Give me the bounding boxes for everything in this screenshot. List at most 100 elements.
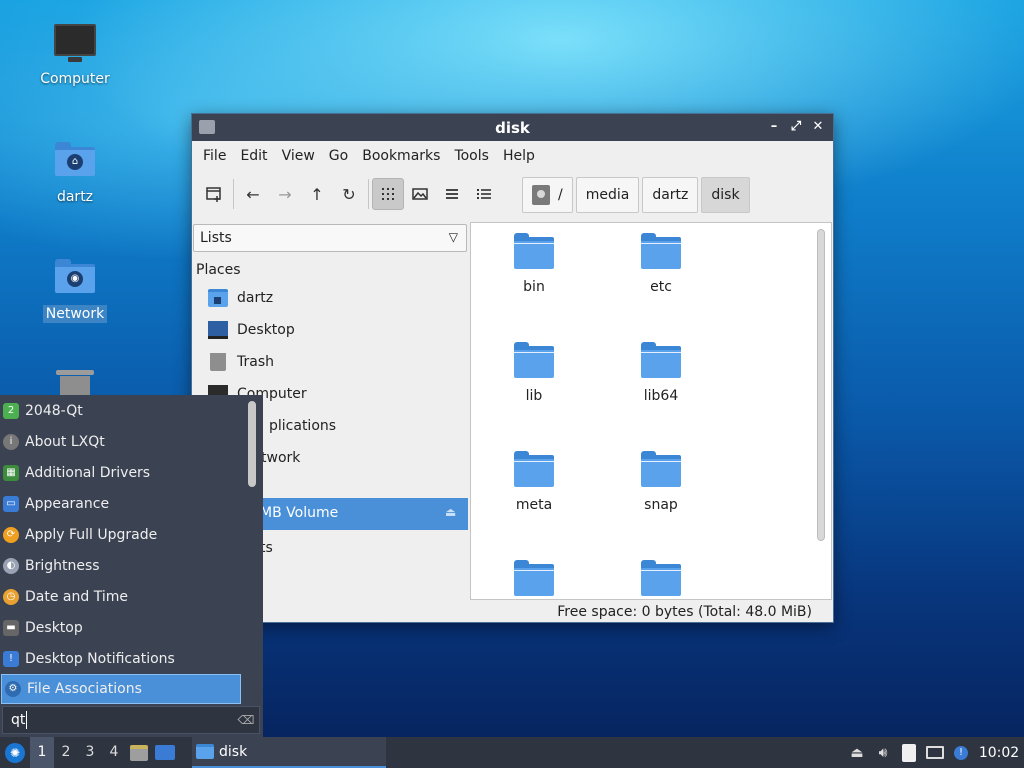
arrow-left-icon: ← <box>246 184 260 204</box>
task-label: disk <box>219 743 248 760</box>
application-menu: 2 2048-Qt i About LXQt ▦ Additional Driv… <box>0 395 263 737</box>
toolbar-separator <box>368 179 369 209</box>
menu-item-brightness[interactable]: ◐ Brightness <box>0 550 244 581</box>
file-label: lib <box>525 388 543 404</box>
side-panel-mode-value: Lists <box>200 230 232 246</box>
clock-icon: ◷ <box>3 588 19 605</box>
place-label: dartz <box>237 290 274 306</box>
forward-button[interactable]: → <box>269 178 301 210</box>
file-item[interactable]: lib <box>484 342 584 404</box>
workspace-1[interactable]: 1 <box>30 737 54 768</box>
file-item[interactable]: meta <box>484 451 584 513</box>
place-label: Trash <box>237 354 274 370</box>
breadcrumb-dartz[interactable]: dartz <box>642 177 699 213</box>
update-notifier-icon[interactable]: ! <box>948 737 974 768</box>
minimize-button[interactable]: – <box>765 118 783 136</box>
menu-help[interactable]: Help <box>496 148 542 164</box>
file-item[interactable] <box>484 560 584 599</box>
menu-tools[interactable]: Tools <box>447 148 496 164</box>
menu-item-2048-qt[interactable]: 2 2048-Qt <box>0 395 244 426</box>
workspace-4[interactable]: 4 <box>102 737 126 768</box>
thumbnail-view-button[interactable] <box>404 178 436 210</box>
reload-button[interactable]: ↻ <box>333 178 365 210</box>
menu-item-desktop-notifications[interactable]: ! Desktop Notifications <box>0 643 244 674</box>
maximize-button[interactable]: ⤢ <box>787 118 805 136</box>
home-folder-icon: ⌂ <box>53 142 97 182</box>
menu-edit[interactable]: Edit <box>233 148 274 164</box>
breadcrumb-media[interactable]: media <box>575 177 640 213</box>
menu-item-apply-full-upgrade[interactable]: ⟳ Apply Full Upgrade <box>0 519 244 550</box>
clipboard-icon[interactable] <box>896 737 922 768</box>
file-view-scrollbar[interactable] <box>817 229 825 541</box>
window-titlebar[interactable]: disk – ⤢ ✕ <box>192 114 833 141</box>
desktop-icon-network[interactable]: ◉ Network <box>27 259 123 323</box>
back-button[interactable]: ← <box>237 178 269 210</box>
menu-bookmarks[interactable]: Bookmarks <box>355 148 447 164</box>
volume-icon[interactable]: 🔊︎ <box>870 737 896 768</box>
file-item[interactable] <box>611 560 711 599</box>
compact-view-button[interactable] <box>436 178 468 210</box>
new-tab-icon <box>206 187 221 202</box>
clock[interactable]: 10:02 <box>974 745 1024 761</box>
eject-tray-icon[interactable]: ⏏ <box>844 737 870 768</box>
taskbar-task-disk[interactable]: disk <box>192 737 386 768</box>
folder-icon <box>196 744 214 759</box>
menu-scrollbar[interactable] <box>248 401 256 487</box>
place-desktop[interactable]: Desktop <box>208 318 295 342</box>
menu-item-label: Appearance <box>25 495 110 512</box>
place-trash[interactable]: Trash <box>208 350 274 374</box>
menu-item-file-associations[interactable]: ⚙ File Associations <box>1 674 241 704</box>
clear-search-icon[interactable]: ⌫ <box>237 712 255 728</box>
close-button[interactable]: ✕ <box>809 118 827 136</box>
new-tab-button[interactable] <box>198 178 230 210</box>
breadcrumb-label: media <box>585 187 630 203</box>
menu-search-input[interactable]: qt ⌫ <box>2 706 260 734</box>
game-icon: 2 <box>3 402 19 419</box>
arrow-right-icon: → <box>278 184 292 204</box>
side-panel-mode-select[interactable]: Lists ▽ <box>193 224 467 252</box>
workspace-2[interactable]: 2 <box>54 737 78 768</box>
start-menu-button[interactable]: ✺ <box>0 737 30 768</box>
menu-file[interactable]: File <box>196 148 233 164</box>
folder-icon <box>514 342 554 378</box>
up-button[interactable]: ↑ <box>301 178 333 210</box>
file-view: bin etc lib lib64 meta snap <box>470 222 832 600</box>
menu-item-date-and-time[interactable]: ◷ Date and Time <box>0 581 244 612</box>
desktop-icon: ▬ <box>3 619 19 636</box>
menu-item-appearance[interactable]: ▭ Appearance <box>0 488 244 519</box>
file-item[interactable]: snap <box>611 451 711 513</box>
toolbar-separator <box>233 179 234 209</box>
place-label: twork <box>261 450 301 466</box>
file-item[interactable]: etc <box>611 233 711 295</box>
network-icon[interactable] <box>922 737 948 768</box>
place-label: plications <box>269 418 337 434</box>
chip-icon: ▦ <box>3 464 19 481</box>
place-network[interactable]: twork <box>261 446 300 470</box>
eject-icon: ⏏ <box>445 505 457 519</box>
menu-item-additional-drivers[interactable]: ▦ Additional Drivers <box>0 457 244 488</box>
desktop-icon-label: Network <box>42 305 108 323</box>
quicklaunch-show-desktop[interactable] <box>152 737 178 768</box>
menu-view[interactable]: View <box>275 148 322 164</box>
lubuntu-logo-icon: ✺ <box>5 742 25 763</box>
place-home[interactable]: dartz <box>208 286 273 310</box>
desktop-icon-home[interactable]: ⌂ dartz <box>27 142 123 206</box>
breadcrumb: / media dartz disk <box>522 177 750 213</box>
list-icon <box>446 189 458 199</box>
breadcrumb-root[interactable]: / <box>522 177 573 213</box>
icon-view-button[interactable] <box>372 178 404 210</box>
menu-item-desktop[interactable]: ▬ Desktop <box>0 612 244 643</box>
breadcrumb-disk[interactable]: disk <box>701 177 750 213</box>
place-applications[interactable]: plications <box>269 414 336 438</box>
file-manager-icon <box>130 744 148 761</box>
file-item[interactable]: bin <box>484 233 584 295</box>
file-label: meta <box>515 497 553 513</box>
quicklaunch-file-manager[interactable] <box>126 737 152 768</box>
detailed-view-button[interactable] <box>468 178 500 210</box>
menu-item-about-lxqt[interactable]: i About LXQt <box>0 426 244 457</box>
menu-item-label: About LXQt <box>25 433 105 450</box>
file-item[interactable]: lib64 <box>611 342 711 404</box>
menu-go[interactable]: Go <box>322 148 355 164</box>
workspace-3[interactable]: 3 <box>78 737 102 768</box>
desktop-icon-computer[interactable]: Computer <box>27 24 123 88</box>
